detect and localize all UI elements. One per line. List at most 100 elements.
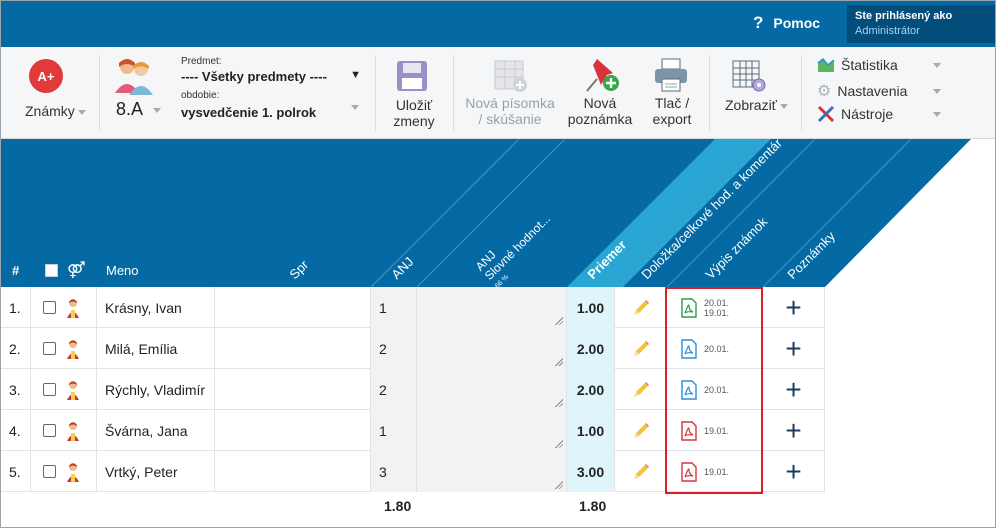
verbal-evaluation-field[interactable]	[417, 287, 567, 328]
login-user[interactable]: Administrátor	[855, 24, 987, 39]
average-cell: 2.00	[567, 369, 615, 410]
view-menu[interactable]: Zobraziť	[725, 97, 788, 113]
new-note-label-2: poznámka	[567, 111, 633, 127]
row-checkbox[interactable]	[43, 301, 56, 314]
period-select[interactable]: vysvedčenie 1. polrok	[181, 105, 361, 120]
spr-cell[interactable]	[215, 451, 371, 492]
pencil-icon	[633, 299, 649, 315]
settings-menu[interactable]: ⚙ Nastavenia	[817, 81, 941, 101]
verbal-evaluation-field[interactable]	[417, 328, 567, 369]
statistics-menu[interactable]: Štatistika	[817, 57, 941, 73]
tools-label: Nástroje	[841, 106, 894, 122]
grade-a-plus-icon: A+	[29, 59, 63, 93]
print-label-2: export	[652, 111, 692, 127]
student-name[interactable]: Švárna, Jana	[97, 410, 215, 451]
gender-icon[interactable]: ⚤	[67, 260, 86, 280]
verbal-evaluation-field[interactable]	[417, 451, 567, 492]
row-number: 1.	[1, 287, 31, 328]
student-avatar-icon	[67, 462, 79, 482]
chart-icon	[817, 57, 835, 72]
add-note-button[interactable]: +	[763, 287, 825, 328]
statistics-label: Štatistika	[841, 57, 898, 73]
edit-comment-button[interactable]	[615, 328, 667, 369]
plus-icon: +	[785, 414, 802, 446]
edit-comment-button[interactable]	[615, 451, 667, 492]
add-note-button[interactable]: +	[763, 369, 825, 410]
gear-icon: ⚙	[817, 83, 832, 100]
row-select	[31, 369, 97, 410]
row-checkbox[interactable]	[43, 465, 56, 478]
add-note-button[interactable]: +	[763, 410, 825, 451]
save-button[interactable]: Uložiť zmeny	[389, 97, 439, 129]
student-name[interactable]: Milá, Emília	[97, 328, 215, 369]
row-checkbox[interactable]	[43, 424, 56, 437]
print-label-1: Tlač /	[654, 95, 690, 111]
plus-icon: +	[785, 291, 802, 323]
add-note-button[interactable]: +	[763, 328, 825, 369]
grid-header: # ⚤ Meno Spr ANJ ANJ Slovné hodnot... 66…	[1, 135, 995, 290]
divider	[709, 55, 710, 131]
spr-cell[interactable]	[215, 328, 371, 369]
resize-grip-icon[interactable]	[554, 439, 563, 448]
spr-cell[interactable]	[215, 287, 371, 328]
add-note-button[interactable]: +	[763, 451, 825, 492]
student-avatar-icon	[67, 339, 79, 359]
divider	[99, 55, 100, 131]
verbal-evaluation-field[interactable]	[417, 410, 567, 451]
anj-grade-cell[interactable]: 2	[371, 369, 417, 410]
row-number: 5.	[1, 451, 31, 492]
header-name[interactable]: Meno	[106, 263, 139, 278]
resize-grip-icon[interactable]	[554, 357, 563, 366]
highlight-box	[665, 287, 763, 494]
new-test-icon	[493, 59, 529, 98]
new-note-button[interactable]: Nová poznámka	[565, 95, 635, 127]
row-checkbox[interactable]	[43, 383, 56, 396]
edit-comment-button[interactable]	[615, 287, 667, 328]
grid-settings-icon	[731, 59, 767, 98]
row-checkbox[interactable]	[43, 342, 56, 355]
subject-caption: Predmet:	[181, 56, 222, 67]
resize-grip-icon[interactable]	[554, 316, 563, 325]
spr-cell[interactable]	[215, 410, 371, 451]
spr-cell[interactable]	[215, 369, 371, 410]
help-label: Pomoc	[773, 15, 821, 31]
print-button[interactable]: Tlač / export	[647, 95, 697, 127]
period-caption: obdobie:	[181, 90, 220, 101]
student-name[interactable]: Krásny, Ivan	[97, 287, 215, 328]
grades-menu[interactable]: Známky	[25, 103, 86, 119]
login-box[interactable]: Ste prihlásený ako Administrátor	[847, 5, 995, 43]
row-select	[31, 410, 97, 451]
new-test-button[interactable]: Nová písomka / skúšanie	[463, 95, 557, 127]
toolbar: A+ Známky 8.A Predmet: ---- Všetky predm…	[1, 47, 995, 139]
edit-comment-button[interactable]	[615, 410, 667, 451]
anj-grade-cell[interactable]: 1	[371, 410, 417, 451]
anj-grade-cell[interactable]: 3	[371, 451, 417, 492]
average-cell: 2.00	[567, 328, 615, 369]
average-cell: 1.00	[567, 287, 615, 328]
save-label-1: Uložiť	[395, 97, 433, 113]
resize-grip-icon[interactable]	[554, 398, 563, 407]
student-name[interactable]: Rýchly, Vladimír	[97, 369, 215, 410]
students-icon	[113, 55, 157, 100]
save-label-2: zmeny	[393, 113, 435, 129]
tools-menu[interactable]: Nástroje	[817, 105, 941, 123]
edit-comment-button[interactable]	[615, 369, 667, 410]
student-name[interactable]: Vrtký, Peter	[97, 451, 215, 492]
new-note-label-1: Nová	[583, 95, 617, 111]
resize-grip-icon[interactable]	[554, 480, 563, 489]
row-number: 2.	[1, 328, 31, 369]
help-link[interactable]: ? Pomoc	[753, 13, 820, 33]
anj-grade-cell[interactable]: 2	[371, 328, 417, 369]
verbal-evaluation-field[interactable]	[417, 369, 567, 410]
class-selector[interactable]: 8.A	[116, 99, 162, 120]
class-label: 8.A	[116, 99, 144, 119]
subject-select[interactable]: ---- Všetky predmety ---- ▼	[181, 69, 361, 84]
anj-grade-cell[interactable]: 1	[371, 287, 417, 328]
select-all-checkbox[interactable]	[45, 264, 58, 277]
row-select	[31, 287, 97, 328]
student-avatar-icon	[67, 421, 79, 441]
new-test-label-2: / skúšanie	[478, 111, 542, 127]
login-title: Ste prihlásený ako	[855, 10, 953, 22]
grades-label: Známky	[25, 103, 75, 119]
row-select	[31, 451, 97, 492]
